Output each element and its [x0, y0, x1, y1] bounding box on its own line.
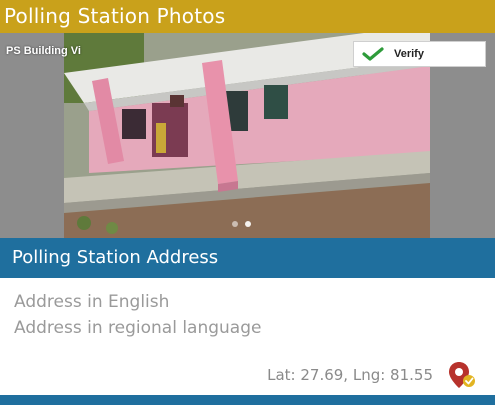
- carousel-dot-2[interactable]: [245, 221, 251, 227]
- app-screen: Polling Station Photos PS Building Vi Ve…: [0, 0, 495, 405]
- photo-carousel[interactable]: PS Building Vi Verify: [0, 33, 495, 238]
- map-pin-icon[interactable]: [447, 360, 477, 390]
- carousel-dot-1[interactable]: [232, 221, 238, 227]
- address-section-title: Polling Station Address: [12, 247, 219, 268]
- address-section-header: Polling Station Address: [0, 238, 495, 278]
- check-icon: [362, 47, 384, 61]
- bottom-divider: [0, 395, 495, 405]
- photos-section-header: Polling Station Photos: [0, 0, 495, 33]
- address-details: Address in English Address in regional l…: [0, 278, 495, 395]
- photos-section-title: Polling Station Photos: [4, 4, 226, 28]
- verify-label: Verify: [394, 48, 424, 60]
- verify-button[interactable]: Verify: [353, 41, 486, 67]
- carousel-indicators: [232, 221, 251, 227]
- photo-caption: PS Building Vi: [6, 45, 81, 57]
- address-regional: Address in regional language: [14, 318, 262, 338]
- coordinates-text: Lat: 27.69, Lng: 81.55: [267, 366, 433, 384]
- address-english: Address in English: [14, 292, 170, 312]
